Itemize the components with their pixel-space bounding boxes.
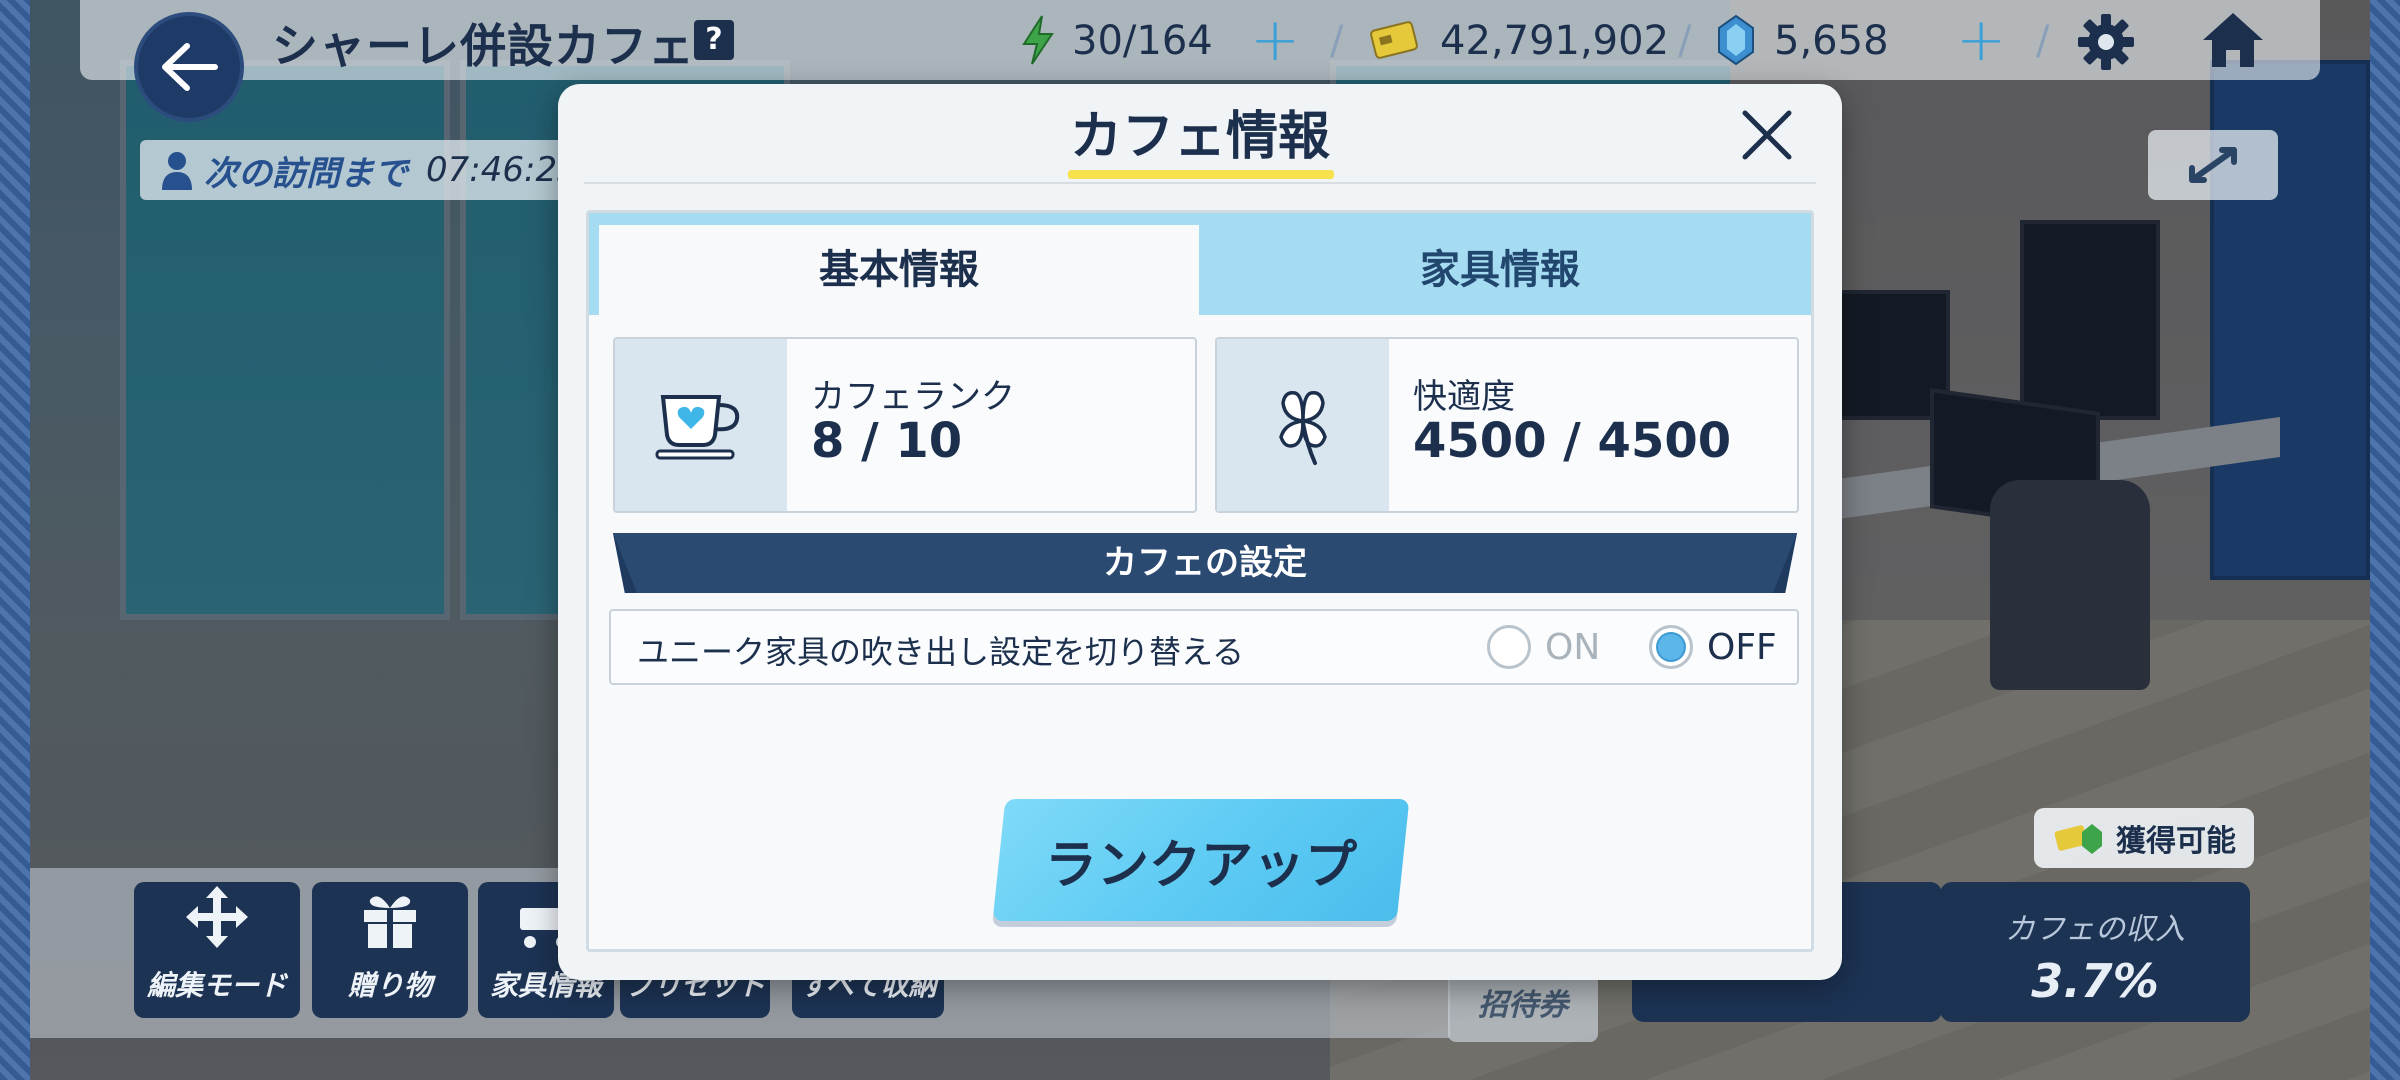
- income-label: カフェの収入: [2005, 912, 2185, 947]
- cafe-rank-label: カフェランク: [811, 377, 1015, 417]
- close-icon: [1742, 110, 1792, 160]
- lightning-icon: [1022, 15, 1054, 65]
- comfort-value: 4500 / 4500: [1413, 413, 1732, 469]
- edit-mode-label: 編集モード: [146, 969, 287, 1002]
- title-divider: [584, 182, 1816, 184]
- obtainable-label: 獲得可能: [2116, 824, 2236, 859]
- add-pyroxene-button[interactable]: +: [1956, 10, 2006, 70]
- screen-title: シャーレ併設カフェ: [272, 19, 695, 73]
- speech-bubble-setting-row: ユニーク家具の吹き出し設定を切り替える ON OFF: [609, 609, 1799, 685]
- credits-counter: 42,791,902: [1440, 18, 1670, 64]
- separator: /: [2036, 18, 2050, 64]
- help-button[interactable]: ?: [694, 20, 734, 60]
- right-border-pattern: [2370, 0, 2400, 1080]
- off-radio[interactable]: [1649, 625, 1693, 669]
- obtainable-badge: 獲得可能: [2034, 808, 2254, 868]
- left-border-pattern: [0, 0, 30, 1080]
- rank-icon-box: [615, 339, 787, 511]
- coffee-cup-icon: [655, 395, 740, 460]
- tab-furniture-info[interactable]: 家具情報: [1200, 225, 1800, 315]
- income-card[interactable]: カフェの収入 3.7%: [1940, 882, 2250, 1022]
- comfort-icon-box: [1217, 339, 1389, 511]
- pyroxene-counter: 5,658: [1774, 18, 1889, 64]
- on-radio[interactable]: [1487, 625, 1531, 669]
- expand-arrows-icon: [2189, 147, 2237, 183]
- separator: /: [1330, 18, 1344, 64]
- comfort-card: 快適度 4500 / 4500: [1215, 337, 1799, 513]
- tab-bar: 基本情報 家具情報: [589, 213, 1811, 315]
- gift-button[interactable]: 贈り物: [312, 882, 468, 1018]
- rank-up-button[interactable]: ランクアップ: [992, 799, 1410, 921]
- header-edge-left: [613, 533, 637, 593]
- info-panel: 基本情報 家具情報 カフェランク 8 / 10 快適度 4500 / 4500 …: [586, 210, 1814, 952]
- gift-label: 贈り物: [347, 969, 432, 1002]
- next-visit-label: 次の訪問まで: [204, 153, 408, 194]
- next-visit-time: 07:46:23: [426, 150, 579, 190]
- header-edge-right: [1773, 533, 1797, 593]
- comfort-label: 快適度: [1413, 377, 1515, 417]
- clover-icon: [1279, 390, 1327, 465]
- cafe-settings-label: カフェの設定: [1103, 543, 1307, 583]
- off-radio-label[interactable]: OFF: [1707, 627, 1777, 668]
- rank-up-label: ランクアップ: [1044, 835, 1357, 896]
- credit-card-icon: [1370, 21, 1418, 59]
- invite-ticket-button[interactable]: 招待券: [1448, 970, 1598, 1042]
- person-icon: [162, 152, 192, 190]
- cafe-settings-header: カフェの設定: [613, 533, 1797, 593]
- cafe-info-modal: カフェ情報 基本情報 家具情報 カフェランク 8 / 10 快適度 4500 /…: [558, 84, 1842, 980]
- expand-view-button[interactable]: [2148, 130, 2278, 200]
- modal-title: カフェ情報: [1069, 107, 1330, 167]
- setting-description: ユニーク家具の吹き出し設定を切り替える: [637, 633, 1245, 671]
- cafe-rank-card: カフェランク 8 / 10: [613, 337, 1197, 513]
- edit-mode-button[interactable]: 編集モード: [134, 882, 300, 1018]
- gift-icon: [364, 896, 416, 948]
- arrow-left-icon: [162, 43, 218, 91]
- next-visit-timer: 次の訪問まで 07:46:23: [140, 140, 580, 200]
- gear-icon[interactable]: [2076, 12, 2136, 72]
- on-radio-label[interactable]: ON: [1545, 627, 1600, 668]
- add-ap-button[interactable]: +: [1250, 10, 1300, 70]
- move-arrows-icon: [186, 886, 248, 948]
- tab-basic-info[interactable]: 基本情報: [599, 225, 1199, 315]
- close-button[interactable]: [1732, 100, 1802, 170]
- ap-counter: 30/164: [1072, 18, 1213, 64]
- separator: /: [1678, 18, 1692, 64]
- back-button[interactable]: [134, 12, 244, 122]
- cafe-rank-value: 8 / 10: [811, 413, 963, 469]
- credit-gem-icon: [2054, 824, 2102, 854]
- title-underline: [1068, 170, 1334, 179]
- home-icon[interactable]: [2200, 10, 2266, 70]
- income-value: 3.7%: [2031, 954, 2159, 1008]
- pyroxene-icon: [1718, 14, 1754, 66]
